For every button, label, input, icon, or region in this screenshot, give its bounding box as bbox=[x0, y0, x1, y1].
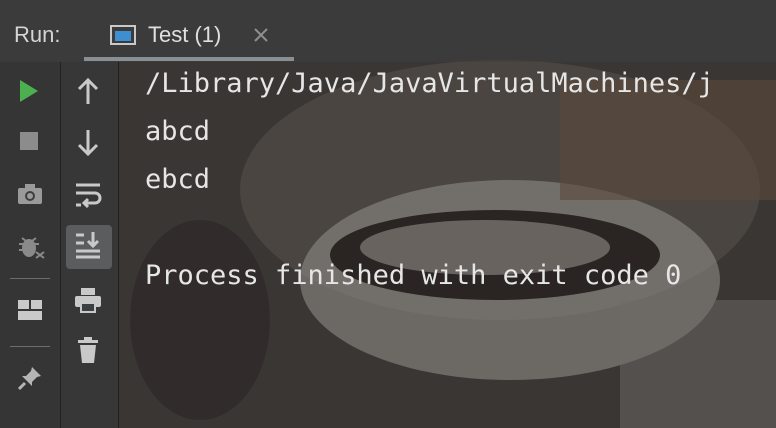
tab-test[interactable]: Test (1) bbox=[104, 16, 294, 60]
toolbar-separator bbox=[10, 346, 50, 347]
close-icon[interactable] bbox=[250, 24, 272, 46]
console-line: abcd bbox=[145, 116, 211, 147]
debug-bug-icon[interactable] bbox=[16, 232, 46, 262]
run-tool-window-header: Run: Test (1) bbox=[0, 0, 776, 62]
camera-icon[interactable] bbox=[16, 182, 44, 206]
left-toolbar bbox=[0, 62, 61, 428]
tab-title: Test (1) bbox=[148, 22, 222, 47]
right-toolbar bbox=[61, 62, 119, 428]
console-line: /Library/Java/JavaVirtualMachines/j bbox=[145, 68, 714, 99]
rerun-icon[interactable] bbox=[15, 77, 41, 105]
scroll-to-end-icon[interactable] bbox=[73, 230, 103, 260]
layout-icon[interactable] bbox=[17, 298, 43, 322]
console-output[interactable]: /Library/Java/JavaVirtualMachines/j abcd… bbox=[118, 62, 776, 428]
pin-icon[interactable] bbox=[16, 364, 44, 392]
soft-wrap-icon[interactable] bbox=[73, 180, 103, 210]
stop-icon[interactable] bbox=[18, 130, 40, 152]
console-line: ebcd bbox=[145, 164, 211, 195]
print-icon[interactable] bbox=[73, 286, 103, 314]
console-line: Process finished with exit code 0 bbox=[145, 260, 682, 291]
arrow-up-icon[interactable] bbox=[75, 76, 101, 106]
toolbar-separator bbox=[10, 278, 50, 279]
trash-icon[interactable] bbox=[76, 336, 100, 364]
console-window-icon bbox=[110, 25, 136, 45]
arrow-down-icon[interactable] bbox=[75, 128, 101, 158]
run-label: Run: bbox=[14, 22, 61, 47]
